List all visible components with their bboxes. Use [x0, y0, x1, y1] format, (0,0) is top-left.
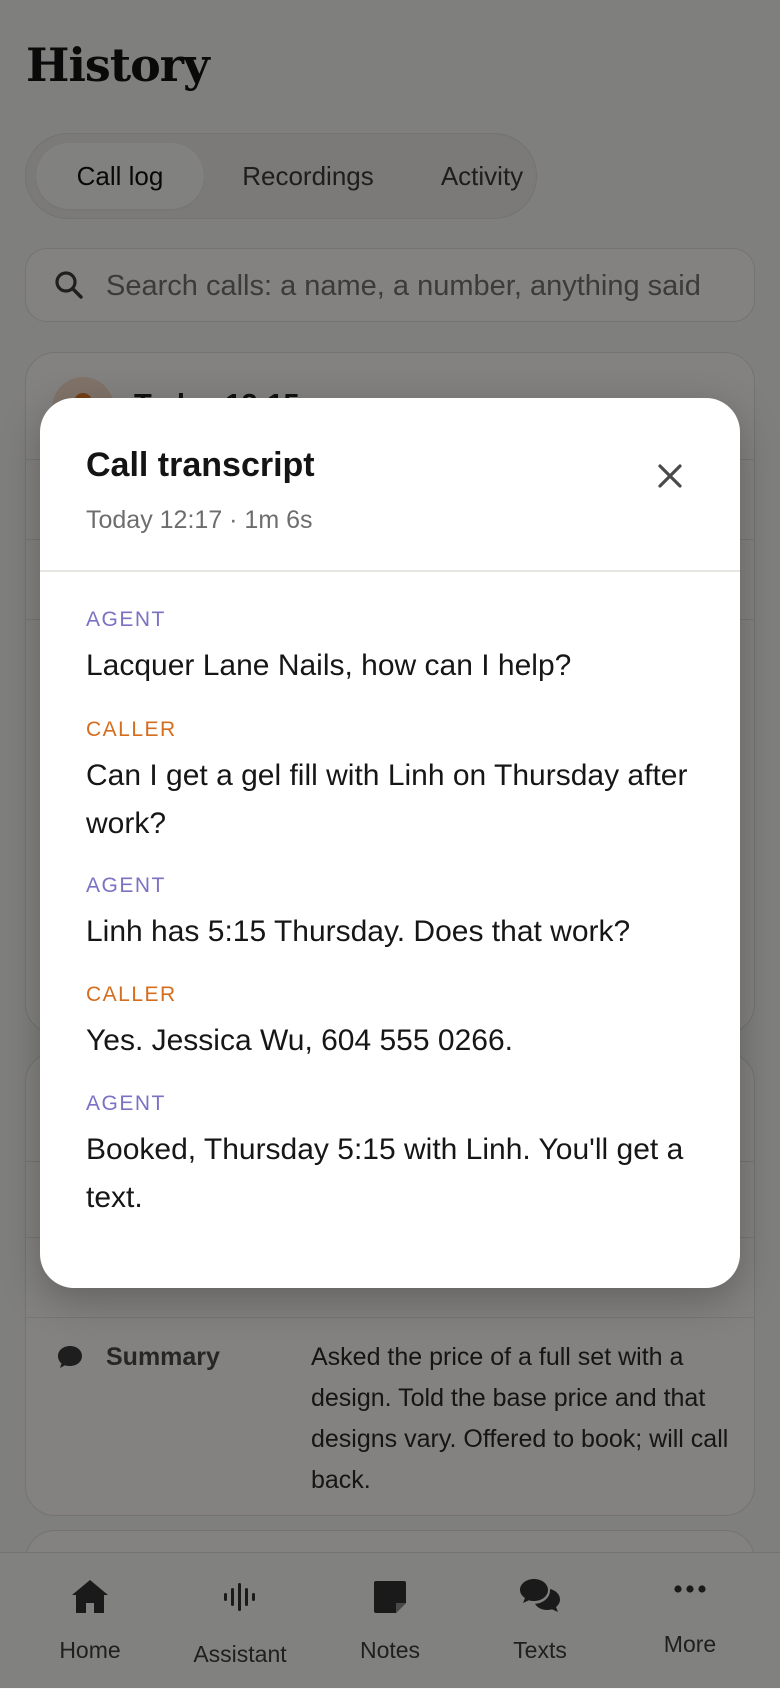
- speaker-label: CALLER: [86, 983, 177, 1006]
- close-button[interactable]: [638, 444, 702, 508]
- modal-subtitle: Today 12:17 · 1m 6s: [86, 506, 313, 534]
- transcript-turn: AGENT Linh has 5:15 Thursday. Does that …: [86, 874, 696, 956]
- speaker-label: CALLER: [86, 718, 177, 741]
- speaker-label: AGENT: [86, 608, 166, 631]
- transcript-text: Can I get a gel fill with Linh on Thursd…: [86, 759, 688, 840]
- transcript-text: Yes. Jessica Wu, 604 555 0266.: [86, 1024, 513, 1057]
- transcript-turn: CALLER Can I get a gel fill with Linh on…: [86, 718, 696, 848]
- transcript-text: Linh has 5:15 Thursday. Does that work?: [86, 915, 631, 948]
- call-transcript-modal: Call transcript Today 12:17 · 1m 6s AGEN…: [40, 398, 740, 1288]
- close-icon: [658, 464, 682, 488]
- modal-title: Call transcript: [86, 446, 315, 484]
- transcript-turn: AGENT Lacquer Lane Nails, how can I help…: [86, 608, 696, 690]
- speaker-label: AGENT: [86, 874, 166, 897]
- transcript-text: Lacquer Lane Nails, how can I help?: [86, 649, 572, 682]
- speaker-label: AGENT: [86, 1092, 166, 1115]
- transcript-turn: AGENT Booked, Thursday 5:15 with Linh. Y…: [86, 1092, 696, 1222]
- modal-divider: [40, 570, 740, 572]
- transcript-text: Booked, Thursday 5:15 with Linh. You'll …: [86, 1133, 684, 1214]
- transcript-turn: CALLER Yes. Jessica Wu, 604 555 0266.: [86, 983, 696, 1065]
